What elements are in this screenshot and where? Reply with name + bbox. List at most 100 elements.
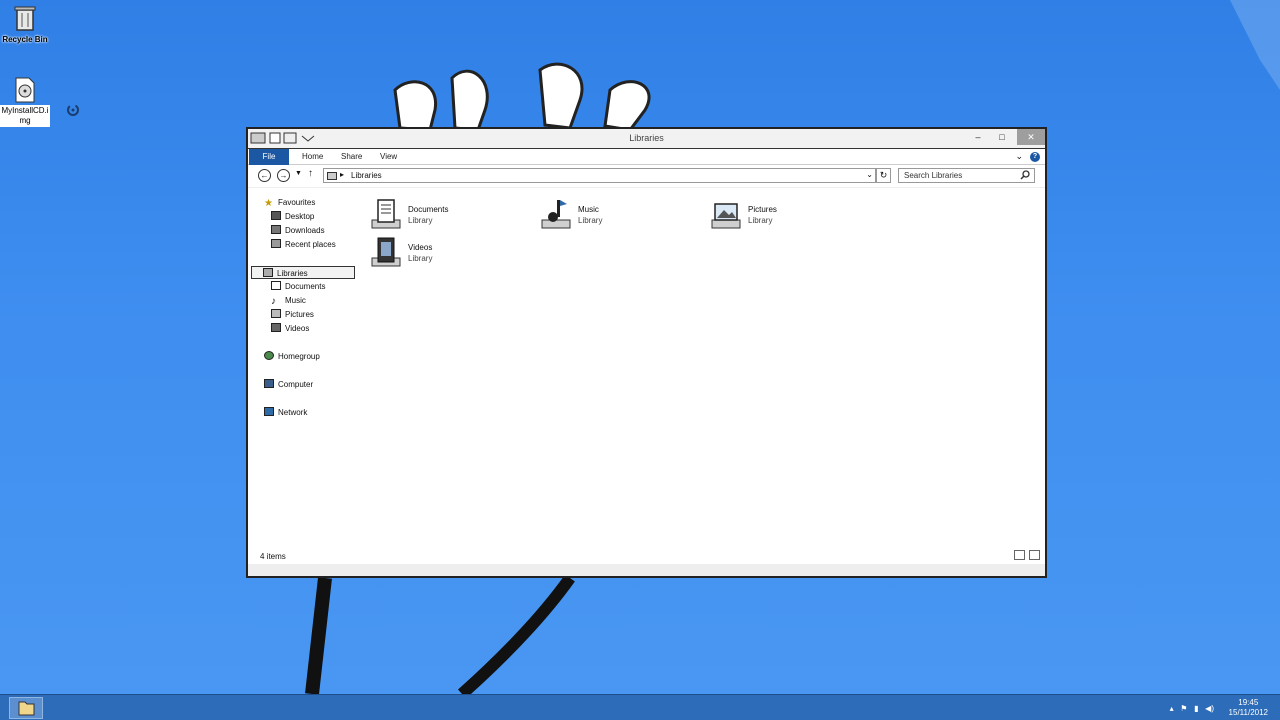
recycle-bin-icon (14, 6, 36, 31)
status-bar: 4 items (248, 548, 1045, 564)
help-icon[interactable]: ? (1030, 152, 1040, 162)
breadcrumb-chevron-icon[interactable]: ▸ (340, 170, 344, 179)
network-icon (264, 407, 274, 416)
navigation-pane: ★ Favourites Desktop Downloads Recent pla… (248, 188, 360, 564)
library-type: Library (408, 216, 433, 225)
library-type: Library (408, 254, 433, 263)
nav-item-documents[interactable]: Documents (271, 280, 325, 293)
nav-item-desktop[interactable]: Desktop (271, 210, 314, 223)
nav-item-recent-places[interactable]: Recent places (271, 238, 336, 251)
tab-home[interactable]: Home (294, 149, 331, 165)
address-bar[interactable]: ▸ Libraries ⌄ (323, 168, 876, 183)
explorer-body: ★ Favourites Desktop Downloads Recent pla… (248, 188, 1045, 564)
up-button[interactable]: ↑ (308, 168, 313, 179)
star-icon: ★ (264, 198, 273, 209)
desktop-icon (271, 211, 281, 220)
taskbar-file-explorer-button[interactable] (9, 697, 43, 719)
nav-item-videos[interactable]: Videos (271, 322, 309, 335)
system-tray[interactable]: ▴ ⚑ ▮ ◀) (1170, 704, 1214, 713)
music-icon: ♪ (271, 296, 276, 307)
nav-label: Pictures (285, 310, 314, 319)
details-view-button[interactable] (1014, 550, 1025, 560)
library-type: Library (578, 216, 603, 225)
pictures-library-icon (711, 203, 741, 229)
tab-share[interactable]: Share (333, 149, 370, 165)
clock-date: 15/11/2012 (1228, 708, 1268, 717)
library-tile-documents[interactable]: Documents Library (370, 196, 530, 232)
close-button[interactable]: ✕ (1017, 129, 1045, 145)
address-row: ← → ▼ ↑ ▸ Libraries ⌄ ↻ (248, 165, 1045, 187)
breadcrumb[interactable]: Libraries (351, 171, 382, 180)
nav-homegroup[interactable]: Homegroup (264, 350, 320, 363)
library-type: Library (748, 216, 773, 225)
explorer-window: Libraries – □ ✕ File Home Share View ⌄ ?… (246, 127, 1047, 578)
nav-item-music[interactable]: ♪ Music (271, 294, 306, 307)
nav-label: Downloads (285, 226, 325, 235)
nav-computer[interactable]: Computer (264, 378, 313, 391)
documents-library-icon (371, 199, 401, 229)
library-tile-pictures[interactable]: Pictures Library (710, 196, 870, 232)
nav-label: Libraries (277, 269, 308, 278)
homegroup-icon (264, 351, 274, 360)
item-count: 4 items (260, 552, 286, 561)
nav-label: Music (285, 296, 306, 305)
nav-label: Recent places (285, 240, 336, 249)
tab-view[interactable]: View (372, 149, 405, 165)
nav-label: Network (278, 408, 308, 417)
ribbon: File Home Share View ⌄ ? (248, 149, 1045, 165)
library-tile-videos[interactable]: Videos Library (370, 234, 530, 270)
title-bar[interactable]: Libraries – □ ✕ (248, 129, 1045, 149)
nav-favourites[interactable]: ★ Favourites (264, 196, 315, 209)
libraries-icon (327, 172, 337, 180)
clock-time: 19:45 (1238, 698, 1259, 707)
library-name: Music (578, 205, 599, 214)
folder-icon (18, 701, 35, 716)
busy-cursor-icon (67, 104, 79, 116)
nav-network[interactable]: Network (264, 406, 307, 419)
nav-libraries[interactable]: Libraries (251, 266, 355, 279)
refresh-button[interactable]: ↻ (876, 168, 891, 183)
documents-icon (271, 281, 281, 290)
desktop-icon-label: MyInstallCD.img (0, 105, 50, 127)
desktop-icon-label: Recycle Bin (2, 35, 48, 44)
nav-label: Videos (285, 324, 310, 333)
disc-image-icon (15, 77, 35, 103)
nav-item-pictures[interactable]: Pictures (271, 308, 314, 321)
expand-ribbon-icon[interactable]: ⌄ (1015, 151, 1023, 162)
nav-label: Computer (278, 380, 314, 389)
desktop-icon-myinstallcd[interactable]: MyInstallCD.img (0, 77, 50, 127)
nav-label: Favourites (278, 198, 316, 207)
back-button[interactable]: ← (258, 169, 271, 182)
minimize-button[interactable]: – (965, 129, 991, 145)
library-tile-music[interactable]: Music Library (540, 196, 700, 232)
nav-label: Homegroup (278, 352, 320, 361)
videos-icon (271, 323, 281, 332)
nav-label: Documents (285, 282, 326, 291)
videos-library-icon (371, 237, 401, 267)
content-pane: Documents Library Music Library Pictures… (366, 188, 1045, 564)
address-dropdown-icon[interactable]: ⌄ (866, 170, 873, 179)
search-box[interactable] (898, 168, 1035, 183)
computer-icon (264, 379, 274, 388)
library-name: Documents (408, 205, 449, 214)
recent-locations-icon[interactable]: ▼ (295, 170, 302, 177)
nav-label: Desktop (285, 212, 315, 221)
library-name: Pictures (748, 205, 777, 214)
library-name: Videos (408, 243, 433, 252)
pictures-icon (271, 309, 281, 318)
window-title: Libraries (629, 133, 664, 143)
music-library-icon (541, 200, 571, 229)
large-icons-view-button[interactable] (1029, 550, 1040, 560)
taskbar: ▴ ⚑ ▮ ◀) 19:45 15/11/2012 (0, 694, 1280, 720)
tab-file[interactable]: File (249, 149, 289, 165)
taskbar-clock[interactable]: 19:45 15/11/2012 (1229, 698, 1268, 718)
forward-button[interactable]: → (277, 169, 290, 182)
maximize-button[interactable]: □ (989, 129, 1015, 145)
desktop-icon-recycle-bin[interactable]: Recycle Bin (0, 4, 50, 46)
libraries-icon (263, 268, 273, 277)
downloads-icon (271, 225, 281, 234)
nav-item-downloads[interactable]: Downloads (271, 224, 325, 237)
search-input[interactable] (899, 169, 1014, 182)
recent-places-icon (271, 239, 281, 248)
search-icon (1020, 170, 1030, 180)
